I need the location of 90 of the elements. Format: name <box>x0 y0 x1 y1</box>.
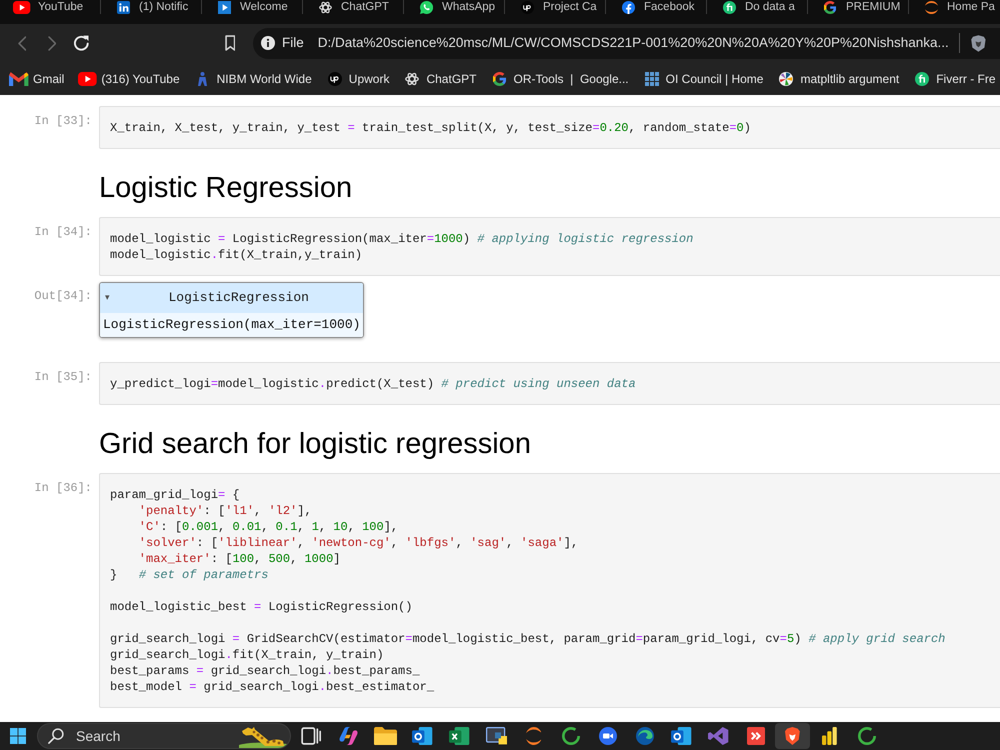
slanted-strokes-icon <box>338 727 358 745</box>
code-line: X_train, X_test, y_train, y_test = train_test_split(X, y, test_size=0.20, random_state=0) <box>110 120 751 136</box>
output-prompt: Out[34]: <box>34 288 92 304</box>
atom-icon <box>318 0 332 14</box>
bookmark-item[interactable]: Gmail <box>11 66 64 92</box>
caret-icon: ▾ <box>105 292 114 304</box>
search-icon <box>48 728 64 744</box>
ring-tile-icon <box>671 727 692 745</box>
wave-icon <box>636 727 654 745</box>
code-line: model_logistic.fit(X_train,y_train) <box>110 247 362 263</box>
code-line: 'C': [0.001, 0.01, 0.1, 1, 10, 100], <box>138 519 398 535</box>
task-view-icon <box>301 727 322 745</box>
code-line: 'max_iter': [100, 500, 1000] <box>138 551 340 567</box>
chevrons-tile-icon <box>746 727 764 745</box>
section-heading: Grid search for logistic regression <box>99 427 531 461</box>
section-heading: Logistic Regression <box>99 171 352 205</box>
estimator-params: LogisticRegression(max_iter=1000) <box>100 313 364 337</box>
browser-tab[interactable]: Facebook <box>606 0 707 14</box>
bookmark-item[interactable]: NIBM World Wide <box>194 66 312 92</box>
browser-tab[interactable]: Project Ca <box>505 0 606 14</box>
g-logo-icon <box>824 0 836 14</box>
window-icon <box>486 727 508 745</box>
video-camera-icon <box>598 727 616 745</box>
browser-tab[interactable]: PREMIUM <box>808 0 909 14</box>
play-tile-icon <box>218 0 230 14</box>
browser-tab[interactable]: (1) Notific <box>101 0 202 14</box>
arcs-icon <box>924 0 938 14</box>
browser-tab[interactable]: ChatGPT <box>303 0 404 14</box>
ring-icon <box>858 727 876 745</box>
bookmark-item[interactable]: OR-Tools | Google... <box>491 66 629 92</box>
circle-logo-icon <box>328 72 342 86</box>
code-line: model_logistic_best = LogisticRegression() <box>110 599 412 615</box>
estimator-title: LogisticRegression <box>168 289 309 308</box>
bookmark-item[interactable]: Fiverr - Fre <box>914 66 996 92</box>
cross-tile-icon <box>449 727 470 745</box>
phone-bubble-icon <box>420 0 432 14</box>
browser-tab[interactable]: WhatsApp <box>404 0 505 14</box>
windows-logo-icon <box>10 728 26 744</box>
browser-tab[interactable]: Home Pa <box>909 0 1000 14</box>
taskbar-button[interactable] <box>775 723 810 749</box>
address-bar[interactable]: File D:/Data%20science%20msc/ML/CW/COMSCDS221P-001%20%20N%20A%20Y%20P%20Nishshanka... <box>253 28 1000 58</box>
bookmark-item[interactable]: matpltlib argument <box>778 66 900 92</box>
folder-icon <box>374 727 398 745</box>
input-prompt: In [35]: <box>34 369 92 385</box>
circle-logo-icon <box>622 0 634 14</box>
input-prompt: In [33]: <box>34 113 92 129</box>
code-line: best_params = grid_search_logi.best_params_ <box>110 663 420 679</box>
logo-tile-icon <box>116 0 130 14</box>
site-info-button[interactable]: File <box>261 31 304 55</box>
atom-icon <box>405 72 420 86</box>
code-line: 'solver': ['liblinear', 'newton-cg', 'lbfgs', 'sag', 'saga'], <box>138 535 578 551</box>
browser-tab[interactable]: Welcome <box>202 0 303 14</box>
ring-icon <box>562 727 580 745</box>
play-icon <box>13 0 31 14</box>
browser-tab[interactable]: YouTube <box>0 0 101 14</box>
circle-logo-icon <box>915 72 930 86</box>
input-prompt: In [36]: <box>34 480 92 496</box>
bookmark-icon <box>224 35 236 51</box>
shield-icon <box>785 727 800 745</box>
bookmark-item[interactable]: OI Council | Home <box>644 66 764 92</box>
code-line: 'penalty': ['l1', 'l2'], <box>138 503 312 519</box>
circle-logo-icon <box>722 0 736 14</box>
grid-icon <box>644 72 659 86</box>
code-line: } # set of parametrs <box>110 567 268 583</box>
ring-tile-icon <box>412 727 433 745</box>
reload-icon <box>74 35 90 51</box>
estimator-header[interactable]: ▾ LogisticRegression <box>100 283 364 313</box>
shield-icon[interactable] <box>971 34 986 52</box>
person-icon <box>198 72 208 86</box>
bar-chart-icon <box>822 727 837 745</box>
code-line: model_logistic = LogisticRegression(max_iter=1000) # applying logistic regression <box>110 231 694 247</box>
search-button[interactable]: Search <box>37 723 291 749</box>
bookmark-item[interactable]: Upwork <box>326 66 390 92</box>
code-line: grid_search_logi = GridSearchCV(estimator=model_logistic_best, param_grid=param_grid_logi, cv=5) # apply grid search <box>110 631 946 647</box>
input-prompt: In [34]: <box>34 224 92 240</box>
info-icon <box>261 36 275 50</box>
code-line: grid_search_logi.fit(X_train, y_train) <box>110 647 384 663</box>
bookmark-item[interactable]: ChatGPT <box>404 66 476 92</box>
g-logo-icon <box>492 72 506 86</box>
play-icon <box>78 72 97 86</box>
browser-tab[interactable]: Do data a <box>707 0 808 14</box>
code-line: param_grid_logi= { <box>110 487 240 503</box>
code-line: best_model = grid_search_logi.best_estimator_ <box>110 679 434 695</box>
bookmark-item[interactable]: (316) YouTube <box>79 66 180 92</box>
ribbon-icon <box>708 727 729 745</box>
pinwheel-icon <box>779 72 794 86</box>
mail-icon <box>9 72 29 86</box>
code-line: y_predict_logi=model_logistic.predict(X_test) # predict using unseen data <box>110 376 636 392</box>
url-text: D:/Data%20science%20msc/ML/CW/COMSCDS221P-001%20%20N%20A%20Y%20P%20Nishshanka... <box>318 34 949 52</box>
arcs-icon <box>526 727 542 745</box>
